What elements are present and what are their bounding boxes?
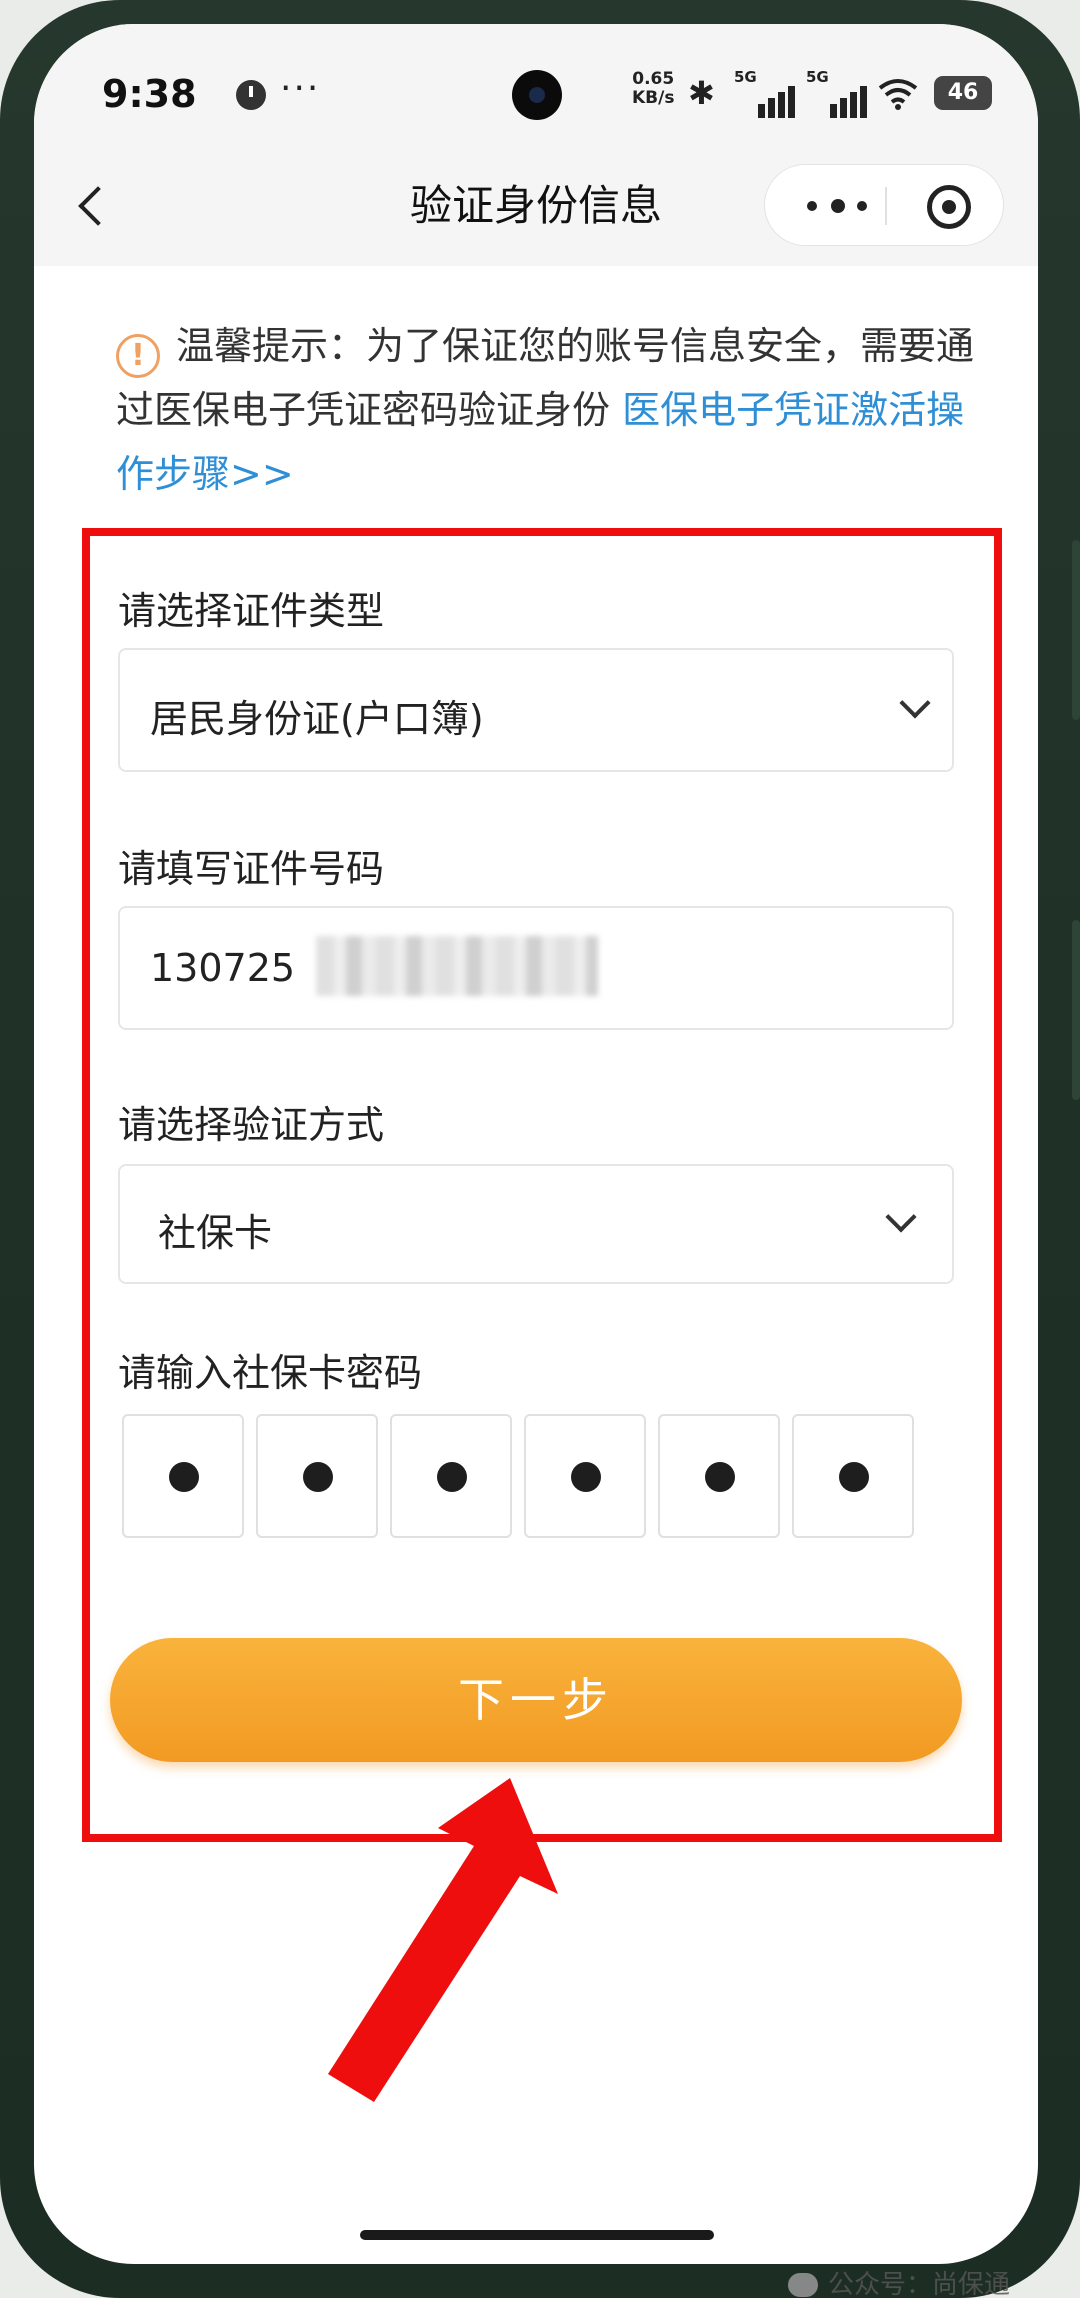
power-button [1072,920,1080,1100]
wifi-icon [878,79,918,110]
watermark: 公众号：尚保通 [788,2264,1010,2298]
tip-notice: ! 温馨提示：为了保证您的账号信息安全，需要通过医保电子凭证密码验证身份 医保电子… [116,314,996,506]
status-time: 9:38 [102,72,197,116]
signal-icon-sim1: 5G [734,68,804,118]
net-speed-unit: KB/s [632,88,675,108]
signal-icon-sim2: 5G [806,68,876,118]
watermark-text: 公众号：尚保通 [828,2270,1011,2298]
more-dots-icon [807,201,817,211]
phone-frame: 9:38 ··· 0.65 KB/s ✱ 5G 5G 46 验证身份信息 ! 温… [0,0,1080,2298]
volume-button [1072,540,1080,720]
phone-screen: 9:38 ··· 0.65 KB/s ✱ 5G 5G 46 验证身份信息 ! 温… [34,24,1038,2264]
annotation-red-box [82,528,1002,1842]
home-indicator[interactable] [360,2230,714,2240]
sim2-label: 5G [806,68,829,86]
bluetooth-icon: ✱ [688,74,715,112]
more-dots-icon [857,201,867,211]
net-speed-value: 0.65 [632,69,675,89]
exclamation-icon: ! [116,334,160,378]
target-close-icon[interactable] [927,185,971,229]
sim1-label: 5G [734,68,757,86]
alarm-icon [236,80,266,110]
net-speed: 0.65 KB/s [632,70,674,108]
red-arrow-annotation [328,1778,558,2102]
mini-program-capsule [764,164,1004,246]
battery-indicator: 46 [934,76,992,110]
wechat-icon [788,2273,818,2297]
more-notifications-icon: ··· [280,68,321,109]
camera-cutout [512,70,562,120]
more-button[interactable] [793,165,883,245]
capsule-divider [885,187,887,225]
more-dots-icon [831,199,845,213]
